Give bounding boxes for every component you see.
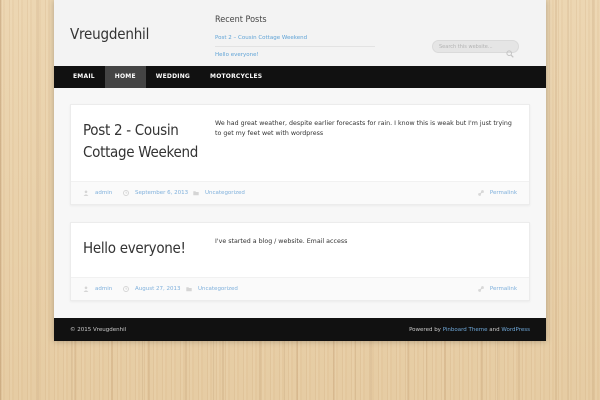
post-title[interactable]: Post 2 - Cousin Cottage Weekend: [83, 119, 203, 163]
post-date-link[interactable]: August 27, 2013: [135, 286, 181, 292]
post-content: I've started a blog / website. Email acc…: [215, 238, 348, 245]
recent-posts-heading: Recent Posts: [215, 15, 267, 25]
post-card: Hello everyone! I've started a blog / we…: [70, 222, 530, 301]
search-input[interactable]: [439, 43, 505, 51]
folder-icon: [193, 191, 199, 196]
footer-powered-by: Powered by: [409, 327, 441, 333]
post-title[interactable]: Hello everyone!: [83, 237, 203, 259]
nav-item-wedding[interactable]: WEDDING: [146, 66, 200, 88]
user-icon: [83, 286, 89, 292]
recent-post-link[interactable]: Hello everyone!: [215, 49, 375, 63]
post-content: We had great weather, despite earlier fo…: [215, 120, 512, 137]
user-icon: [83, 190, 89, 196]
link-icon: [478, 286, 484, 292]
search-box: [432, 40, 519, 58]
permalink-link[interactable]: Permalink: [490, 190, 517, 196]
post-meta: admin August 27, 2013 Uncategorized Perm…: [71, 277, 529, 300]
wordpress-link[interactable]: WordPress: [501, 327, 530, 333]
nav-item-home[interactable]: HOME: [104, 66, 146, 88]
footer-and: and: [489, 327, 500, 333]
post-date: August 27, 2013: [123, 286, 181, 292]
post-card: Post 2 - Cousin Cottage Weekend We had g…: [70, 104, 530, 205]
post-author: admin: [83, 190, 112, 196]
main-navigation: EMAIL HOME WEDDING MOTORCYCLES: [54, 66, 546, 88]
post-category-link[interactable]: Uncategorized: [198, 286, 238, 292]
recent-post-link[interactable]: Post 2 – Cousin Cottage Weekend: [215, 32, 375, 47]
post-author: admin: [83, 286, 112, 292]
post-permalink: Permalink: [478, 286, 517, 292]
clock-icon: [123, 190, 129, 196]
post-meta: admin September 6, 2013 Uncategorized Pe…: [71, 181, 529, 204]
recent-posts-widget: Recent Posts Post 2 – Cousin Cottage Wee…: [215, 15, 375, 63]
theme-link[interactable]: Pinboard Theme: [443, 327, 488, 333]
post-author-link[interactable]: admin: [95, 286, 112, 292]
folder-icon: [186, 287, 192, 292]
clock-icon: [123, 286, 129, 292]
post-category: Uncategorized: [186, 286, 238, 292]
post-date: September 6, 2013: [123, 190, 188, 196]
post-category-link[interactable]: Uncategorized: [205, 190, 245, 196]
post-date-link[interactable]: September 6, 2013: [135, 190, 188, 196]
site-header: Vreugdenhil Recent Posts Post 2 – Cousin…: [54, 0, 546, 66]
page-wrapper: Vreugdenhil Recent Posts Post 2 – Cousin…: [54, 0, 546, 341]
post-category: Uncategorized: [193, 190, 245, 196]
permalink-link[interactable]: Permalink: [490, 286, 517, 292]
search-icon[interactable]: [506, 43, 514, 58]
post-permalink: Permalink: [478, 190, 517, 196]
nav-item-motorcycles[interactable]: MOTORCYCLES: [200, 66, 272, 88]
footer-credits: Powered by Pinboard Theme and WordPress: [409, 327, 530, 333]
post-author-link[interactable]: admin: [95, 190, 112, 196]
footer-copyright: © 2015 Vreugdenhil: [70, 327, 127, 333]
site-footer: © 2015 Vreugdenhil Powered by Pinboard T…: [54, 318, 546, 341]
link-icon: [478, 190, 484, 196]
nav-item-email[interactable]: EMAIL: [54, 66, 105, 88]
site-title[interactable]: Vreugdenhil: [70, 25, 149, 43]
